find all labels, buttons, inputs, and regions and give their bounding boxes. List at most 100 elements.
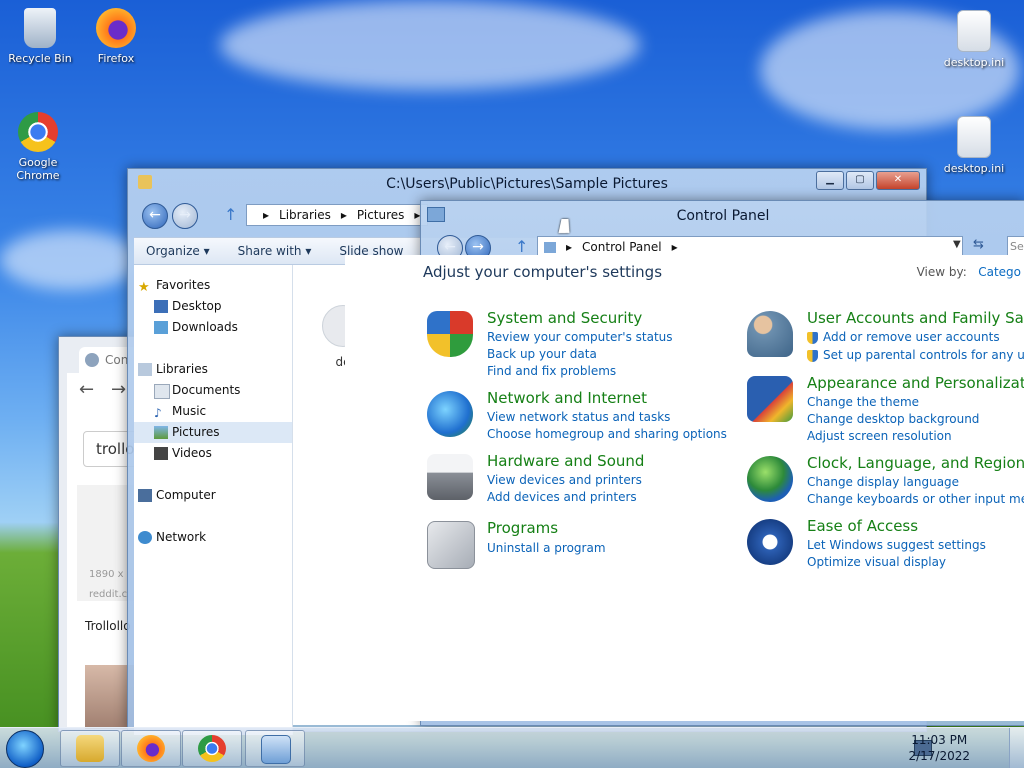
organize-button[interactable]: Organize ▾ <box>134 244 226 258</box>
category-link[interactable]: Choose homegroup and sharing options <box>487 427 727 441</box>
folder-icon <box>76 735 104 762</box>
desktop-icon-recycle-bin[interactable]: Recycle Bin <box>2 8 78 65</box>
control-panel-titlebar[interactable]: Control Panel <box>421 201 1024 229</box>
desktop-icon-chrome[interactable]: Google Chrome <box>0 112 76 182</box>
category-link[interactable]: Find and fix problems <box>487 364 616 378</box>
category-title[interactable]: User Accounts and Family Safety <box>807 309 1024 327</box>
nav-libraries[interactable]: Libraries <box>134 359 292 380</box>
firefox-icon <box>137 735 165 762</box>
nav-documents[interactable]: Documents <box>134 380 292 401</box>
category-title[interactable]: Network and Internet <box>487 389 647 407</box>
videos-icon <box>154 447 168 460</box>
share-with-button[interactable]: Share with ▾ <box>226 244 328 258</box>
desktop-icon-ini-1[interactable]: desktop.ini <box>936 10 1012 69</box>
view-by: View by: Catego <box>917 265 1021 279</box>
category-link[interactable]: Back up your data <box>487 347 597 361</box>
page-title: Adjust your computer's settings <box>423 263 663 281</box>
up-arrow-icon[interactable]: ↑ <box>224 205 237 224</box>
close-button[interactable]: ✕ <box>876 171 920 190</box>
category-link[interactable]: Change desktop background <box>807 412 979 426</box>
breadcrumb-libraries[interactable]: Libraries <box>279 208 331 222</box>
result-size: 1890 x <box>89 569 124 580</box>
desktop-icon-label: Firefox <box>97 52 135 65</box>
nav-downloads[interactable]: Downloads <box>134 317 292 338</box>
nav-label: Music <box>172 404 207 418</box>
maximize-button[interactable]: ▢ <box>846 171 874 190</box>
start-button[interactable] <box>6 730 44 768</box>
taskbar-chrome[interactable] <box>182 730 242 767</box>
category-link[interactable]: View devices and printers <box>487 473 642 487</box>
pictures-icon <box>154 426 168 439</box>
category-link[interactable]: Optimize visual display <box>807 555 946 569</box>
nav-network[interactable]: Network <box>134 527 292 548</box>
category-title[interactable]: Ease of Access <box>807 517 918 535</box>
breadcrumb-pictures[interactable]: Pictures <box>357 208 405 222</box>
computer-icon <box>138 489 152 502</box>
dropdown-arrow-icon[interactable]: ▼ <box>953 239 961 250</box>
breadcrumb-control-panel[interactable]: Control Panel <box>582 240 662 254</box>
category-link[interactable]: Uninstall a program <box>487 541 606 555</box>
nav-label: Pictures <box>172 425 220 439</box>
control-panel-title: Control Panel <box>676 208 770 224</box>
category-link[interactable]: Adjust screen resolution <box>807 429 952 443</box>
explorer-titlebar[interactable]: C:\Users\Public\Pictures\Sample Pictures… <box>128 169 926 197</box>
category-link[interactable]: Change the theme <box>807 395 919 409</box>
view-by-dropdown[interactable]: Catego <box>978 265 1021 279</box>
nav-label: Videos <box>172 446 212 460</box>
show-desktop-button[interactable] <box>1009 728 1024 768</box>
forward-button[interactable]: → <box>172 203 198 229</box>
nav-videos[interactable]: Videos <box>134 443 292 464</box>
desktop-icon-label: Google Chrome <box>16 156 60 182</box>
uac-shield-icon <box>807 332 818 344</box>
taskbar-firefox[interactable] <box>121 730 181 767</box>
explorer-title: C:\Users\Public\Pictures\Sample Pictures <box>386 176 668 192</box>
category-title[interactable]: Hardware and Sound <box>487 452 644 470</box>
taskbar-control-panel[interactable] <box>245 730 305 767</box>
breadcrumb-separator: ▸ <box>263 208 270 222</box>
nav-desktop[interactable]: Desktop <box>134 296 292 317</box>
category-link[interactable]: Add devices and printers <box>487 490 637 504</box>
desktop-icon-label: desktop.ini <box>943 162 1005 175</box>
desktop-icon <box>154 300 168 313</box>
ini-file-icon <box>957 116 991 158</box>
nav-computer[interactable]: Computer <box>134 485 292 506</box>
recycle-bin-icon <box>24 8 56 48</box>
category-link[interactable]: Set up parental controls for any user <box>823 348 1024 362</box>
nav-favorites[interactable]: ★ Favorites <box>134 275 292 296</box>
taskbar-clock[interactable]: 11:03 PM 2/17/2022 <box>908 732 970 764</box>
desktop-icon-firefox[interactable]: Firefox <box>78 8 154 65</box>
category-link[interactable]: Change keyboards or other input methods <box>807 492 1024 506</box>
nav-pictures[interactable]: Pictures <box>134 422 292 443</box>
category-title[interactable]: Clock, Language, and Region <box>807 454 1024 472</box>
taskbar-explorer[interactable] <box>60 730 120 767</box>
nav-label: Computer <box>156 488 216 502</box>
explorer-address-bar[interactable]: ▸ Libraries ▸ Pictures ▸ S <box>246 204 428 226</box>
back-button[interactable]: ← <box>142 203 168 229</box>
desktop-icon-ini-2[interactable]: desktop.ini <box>936 116 1012 175</box>
uac-shield-icon <box>807 350 818 362</box>
clock-time: 11:03 PM <box>911 733 968 747</box>
navigation-pane: ★ Favorites Desktop Downloads Libraries D… <box>134 265 293 735</box>
category-link[interactable]: Change display language <box>807 475 959 489</box>
category-link[interactable]: Add or remove user accounts <box>823 330 1000 344</box>
nav-label: Downloads <box>172 320 238 334</box>
control-panel-window[interactable]: Control Panel ← → ↑ ▸ Control Panel ▸ ▼ … <box>345 200 1024 726</box>
refresh-icon[interactable]: ⇆ <box>973 237 984 252</box>
nav-music[interactable]: ♪ Music <box>134 401 292 422</box>
music-icon: ♪ <box>154 406 162 420</box>
shield-icon <box>427 311 473 357</box>
forward-arrow-icon[interactable]: → <box>111 379 126 400</box>
category-link[interactable]: View network status and tasks <box>487 410 670 424</box>
category-link[interactable]: Review your computer's status <box>487 330 673 344</box>
category-title[interactable]: System and Security <box>487 309 642 327</box>
ini-file-icon <box>957 10 991 52</box>
up-arrow-icon[interactable]: ↑ <box>515 237 528 256</box>
category-title[interactable]: Programs <box>487 519 558 537</box>
category-title[interactable]: Appearance and Personalization <box>807 374 1024 392</box>
breadcrumb-separator: ▸ <box>566 240 573 254</box>
category-link[interactable]: Let Windows suggest settings <box>807 538 986 552</box>
minimize-button[interactable]: ▁ <box>816 171 844 190</box>
chrome-icon <box>198 735 226 762</box>
result-caption[interactable]: Trollollo <box>85 619 131 633</box>
back-arrow-icon[interactable]: ← <box>79 379 94 400</box>
